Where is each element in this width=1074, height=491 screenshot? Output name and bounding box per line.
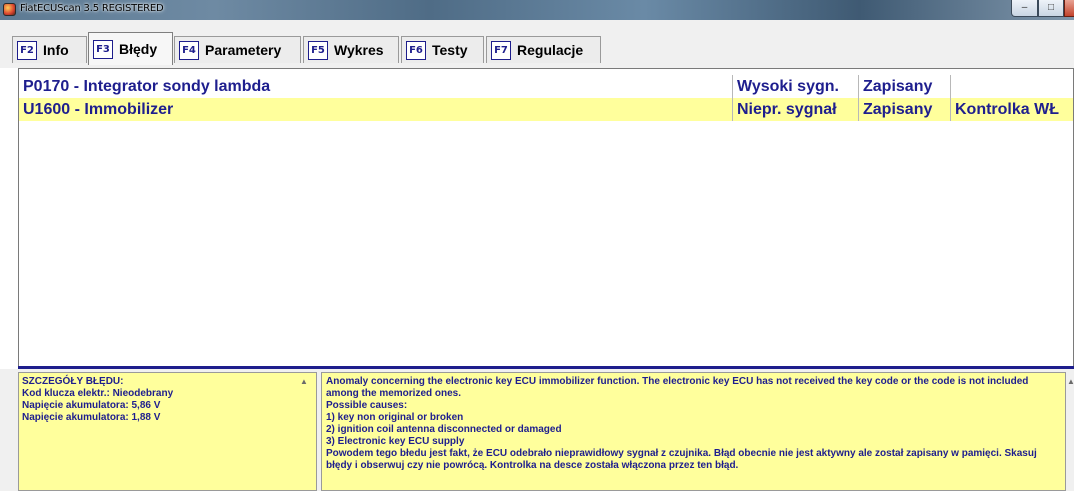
f6-key-icon: F6 — [406, 40, 426, 60]
error-status: Zapisany — [858, 98, 950, 121]
error-list: P0170 - Integrator sondy lambda Wysoki s… — [18, 68, 1074, 367]
scroll-up-arrow-icon[interactable]: ▲ — [1067, 377, 1074, 386]
causes-heading: Possible causes: — [326, 400, 408, 411]
detail-line: Napięcie akumulatora: 5,86 V — [22, 400, 161, 411]
tab-wykres[interactable]: F5 Wykres — [303, 36, 399, 63]
f5-key-icon: F5 — [308, 40, 328, 60]
tab-regulacje[interactable]: F7 Regulacje — [486, 36, 601, 63]
error-signal: Wysoki sygn. — [732, 75, 858, 98]
tab-bledy-label: Błędy — [119, 41, 158, 57]
scroll-up-arrow-icon[interactable]: ▲ — [300, 377, 308, 386]
error-description-panel[interactable]: Anomaly concerning the electronic key EC… — [321, 372, 1066, 491]
description-text: Anomaly concerning the electronic key EC… — [326, 376, 1029, 399]
details-heading: SZCZEGÓŁY BŁĘDU: — [22, 376, 124, 387]
error-details-panel[interactable]: SZCZEGÓŁY BŁĘDU: Kod klucza elektr.: Nie… — [18, 372, 317, 491]
tab-parametery[interactable]: F4 Parametery — [174, 36, 301, 63]
f7-key-icon: F7 — [491, 40, 511, 60]
cause-item: 2) ignition coil antenna disconnected or… — [326, 424, 562, 435]
tab-bledy[interactable]: F3 Błędy — [88, 32, 173, 65]
close-button[interactable] — [1064, 0, 1074, 17]
app-icon — [3, 3, 16, 16]
polish-note-text: Powodem tego błedu jest fakt, że ECU ode… — [326, 448, 1037, 471]
maximize-button[interactable]: □ — [1038, 0, 1064, 17]
f3-key-icon: F3 — [93, 39, 113, 59]
cause-item: 1) key non original or broken — [326, 412, 464, 423]
tab-testy[interactable]: F6 Testy — [401, 36, 484, 63]
error-status: Zapisany — [858, 75, 950, 98]
error-lamp: Kontrolka WŁ — [950, 98, 1073, 121]
error-code-description: U1600 - Immobilizer — [23, 101, 174, 118]
minimize-button[interactable]: – — [1011, 0, 1038, 17]
title-bar: FiatECUScan 3.5 REGISTERED – □ — [0, 0, 1074, 20]
error-row-selected[interactable]: U1600 - Immobilizer Niepr. sygnał Zapisa… — [19, 98, 1073, 121]
tab-strip: F2 Info F3 Błędy F4 Parametery F5 Wykres… — [0, 20, 1074, 68]
error-signal: Niepr. sygnał — [732, 98, 858, 121]
window-title: FiatECUScan 3.5 REGISTERED — [20, 3, 164, 14]
tab-info-label: Info — [43, 42, 69, 58]
cause-item: 3) Electronic key ECU supply — [326, 436, 465, 447]
f4-key-icon: F4 — [179, 40, 199, 60]
detail-line: Napięcie akumulatora: 1,88 V — [22, 412, 161, 423]
error-row[interactable]: P0170 - Integrator sondy lambda Wysoki s… — [19, 75, 1073, 98]
tab-testy-label: Testy — [432, 42, 468, 58]
error-lamp — [950, 75, 1073, 98]
tab-regulacje-label: Regulacje — [517, 42, 584, 58]
f2-key-icon: F2 — [17, 40, 37, 60]
tab-parametery-label: Parametery — [205, 42, 282, 58]
detail-line: Kod klucza elektr.: Nieodebrany — [22, 388, 174, 399]
error-code-description: P0170 - Integrator sondy lambda — [23, 78, 271, 95]
tab-info[interactable]: F2 Info — [12, 36, 87, 63]
tab-wykres-label: Wykres — [334, 42, 384, 58]
